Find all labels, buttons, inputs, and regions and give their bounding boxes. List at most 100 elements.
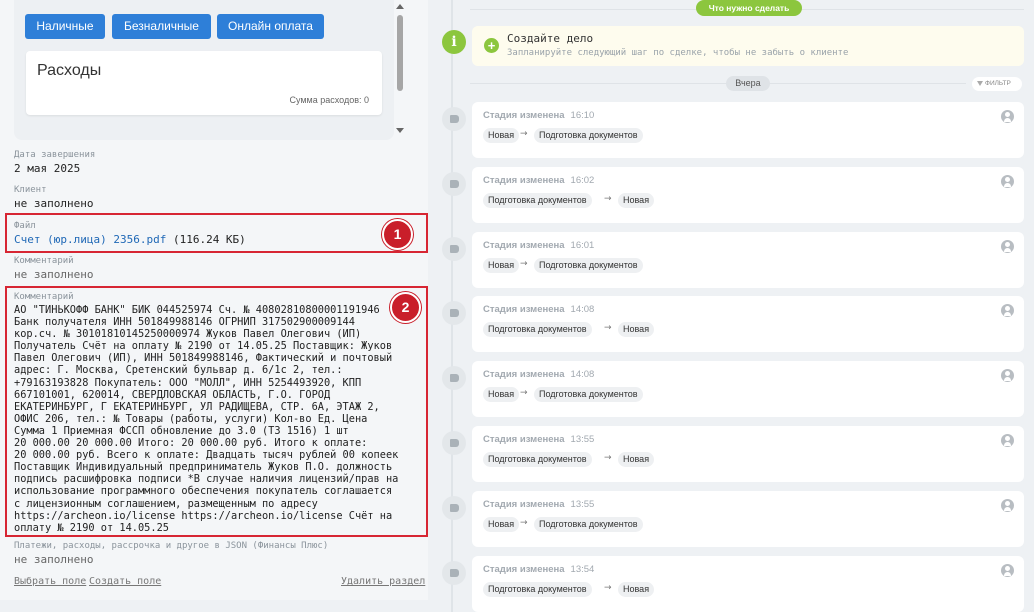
timeline-event[interactable]: Стадия изменена 13:54 Подготовка документо… bbox=[472, 556, 1024, 612]
event-title: Стадия изменена 13:54 bbox=[483, 564, 594, 575]
stage-to-chip: Подготовка документов bbox=[534, 128, 643, 143]
comment-line: кор.сч. № 30101810145250000974 Жуков Пав… bbox=[14, 328, 362, 341]
event-title-text: Стадия изменена bbox=[483, 499, 565, 510]
add-task-icon[interactable]: + bbox=[484, 38, 499, 53]
stage-to-chip: Новая bbox=[618, 452, 655, 467]
stage-change-icon bbox=[442, 301, 466, 325]
timeline-event[interactable]: Стадия изменена 14:08 Подготовка документо… bbox=[472, 296, 1024, 352]
user-avatar-icon[interactable] bbox=[1001, 240, 1014, 253]
comment-line: ЕКАТЕРИНБУРГ, Г ЕКАТЕРИНБУРГ, УЛ РАДИЩЕВ… bbox=[14, 400, 380, 413]
event-time: 14:08 bbox=[570, 304, 595, 315]
day-rule bbox=[470, 83, 966, 84]
comment-line: +79163193828 Покупатель: ООО "МОЛЛ", ИНН… bbox=[14, 376, 362, 389]
event-title: Стадия изменена 14:08 bbox=[483, 304, 594, 315]
deal-details-panel: Наличные Безналичные Онлайн оплата Расхо… bbox=[0, 0, 428, 600]
completion-date-label: Дата завершения bbox=[14, 150, 96, 160]
comment-line: 667101001, 620014, СВЕРДЛОВСКАЯ ОБЛАСТЬ,… bbox=[14, 388, 331, 401]
cash-button[interactable]: Наличные bbox=[25, 14, 105, 39]
todo-title[interactable]: Создайте дело bbox=[507, 32, 593, 45]
comment-line: Сумма 1 Приемная ФССП обновление до 3.0 … bbox=[14, 424, 349, 437]
stage-change-icon bbox=[442, 172, 466, 196]
event-title-text: Стадия изменена bbox=[483, 240, 565, 251]
stage-from-chip: Новая bbox=[483, 517, 520, 532]
event-time: 13:55 bbox=[570, 499, 595, 510]
file-link[interactable]: Счет (юр.лица) 2356.pdf bbox=[14, 233, 166, 246]
stage-to-chip: Новая bbox=[618, 193, 655, 208]
filter-button[interactable]: ФИЛЬТР bbox=[972, 77, 1022, 91]
file-size: (116.24 КБ) bbox=[172, 233, 246, 246]
comment-line: https://archeon.io/license https://arche… bbox=[14, 509, 393, 522]
user-avatar-icon[interactable] bbox=[1001, 434, 1014, 447]
user-avatar-icon[interactable] bbox=[1001, 369, 1014, 382]
timeline-event[interactable]: Стадия изменена 16:10 Новая → Подготовка док… bbox=[472, 102, 1024, 158]
timeline-event[interactable]: Стадия изменена 16:02 Подготовка документо… bbox=[472, 167, 1024, 223]
stage-change-icon bbox=[442, 561, 466, 585]
stage-from-chip: Подготовка документов bbox=[483, 582, 592, 597]
stage-from-chip: Подготовка документов bbox=[483, 193, 592, 208]
client-label: Клиент bbox=[14, 185, 47, 195]
comment-line: Поставщик Индивидуальный предприниматель… bbox=[14, 461, 393, 474]
comment-label-2: Комментарий bbox=[14, 292, 74, 302]
scrollbar[interactable] bbox=[396, 0, 406, 140]
stage-change-icon bbox=[442, 496, 466, 520]
stage-change-icon bbox=[442, 431, 466, 455]
scroll-thumb[interactable] bbox=[397, 15, 403, 91]
payment-section: Наличные Безналичные Онлайн оплата Расхо… bbox=[14, 0, 394, 140]
stage-to-chip: Новая bbox=[618, 322, 655, 337]
comment-line: подпись расшифровка подписи *В случае на… bbox=[14, 473, 399, 486]
user-avatar-icon[interactable] bbox=[1001, 110, 1014, 123]
event-title-text: Стадия изменена bbox=[483, 369, 565, 380]
completion-date-value: 2 мая 2025 bbox=[14, 162, 81, 175]
stage-from-chip: Новая bbox=[483, 387, 520, 402]
comment-line: Получатель Счёт на оплату № 2190 от 14.0… bbox=[14, 340, 393, 353]
file-label: Файл bbox=[14, 221, 36, 231]
todo-card[interactable]: + Создайте дело Запланируйте следующий ш… bbox=[472, 26, 1024, 66]
user-avatar-icon[interactable] bbox=[1001, 499, 1014, 512]
comment-line: Павел Олегович (ИП), ИНН 501849988146, Ф… bbox=[14, 352, 393, 365]
stage-from-chip: Подготовка документов bbox=[483, 322, 592, 337]
stage-to-chip: Подготовка документов bbox=[534, 387, 643, 402]
arrow-right-icon: → bbox=[604, 583, 612, 593]
comment-text-2: АО "ТИНЬКОФФ БАНК" БИК 044525974 Сч. № 4… bbox=[14, 304, 410, 534]
file-field: Счет (юр.лица) 2356.pdf (116.24 КБ) bbox=[14, 233, 246, 246]
expenses-title: Расходы bbox=[37, 62, 102, 79]
event-title: Стадия изменена 13:55 bbox=[483, 499, 594, 510]
user-avatar-icon[interactable] bbox=[1001, 175, 1014, 188]
arrow-right-icon: → bbox=[520, 388, 528, 398]
client-value: не заполнено bbox=[14, 197, 94, 210]
user-avatar-icon[interactable] bbox=[1001, 304, 1014, 317]
create-field-link[interactable]: Создать поле bbox=[89, 576, 161, 587]
event-title-text: Стадия изменена bbox=[483, 564, 565, 575]
comment-line: оплату № 2190 от 14.05.25 bbox=[14, 521, 169, 534]
payments-json-label: Платежи, расходы, рассрочка и другое в J… bbox=[14, 541, 329, 551]
online-payment-button[interactable]: Онлайн оплата bbox=[217, 14, 324, 39]
event-title-text: Стадия изменена bbox=[483, 304, 565, 315]
stage-from-chip: Подготовка документов bbox=[483, 452, 592, 467]
comment-line: 20 000.00 20 000.00 Итого: 20 000.00 руб… bbox=[14, 437, 368, 450]
arrow-right-icon: → bbox=[604, 323, 612, 333]
info-icon: i bbox=[442, 30, 466, 54]
timeline-event[interactable]: Стадия изменена 13:55 Подготовка документо… bbox=[472, 426, 1024, 482]
timeline-event[interactable]: Стадия изменена 14:08 Новая → Подготовка док… bbox=[472, 361, 1024, 417]
scroll-down-icon[interactable] bbox=[396, 128, 404, 133]
event-title: Стадия изменена 16:01 bbox=[483, 240, 594, 251]
comment-line: ОФИС 206, тел.: № Товары (работы, услуги… bbox=[14, 412, 368, 425]
timeline-event[interactable]: Стадия изменена 16:01 Новая → Подготовка док… bbox=[472, 232, 1024, 288]
day-label: Вчера bbox=[726, 76, 770, 91]
scroll-up-icon[interactable] bbox=[396, 4, 404, 9]
choose-field-link[interactable]: Выбрать поле bbox=[14, 576, 86, 587]
user-avatar-icon[interactable] bbox=[1001, 564, 1014, 577]
comment-line: Банк получателя ИНН 501849988146 ОГРНИП … bbox=[14, 316, 355, 329]
expenses-card: Расходы Сумма расходов: 0 bbox=[26, 51, 382, 115]
event-time: 13:55 bbox=[570, 434, 595, 445]
payments-json-value: не заполнено bbox=[14, 553, 94, 566]
cashless-button[interactable]: Безналичные bbox=[112, 14, 211, 39]
event-title-text: Стадия изменена bbox=[483, 434, 565, 445]
event-title: Стадия изменена 16:10 bbox=[483, 110, 594, 121]
stage-change-icon bbox=[442, 237, 466, 261]
arrow-right-icon: → bbox=[520, 129, 528, 139]
timeline-event[interactable]: Стадия изменена 13:55 Новая → Подготовка док… bbox=[472, 491, 1024, 547]
stage-to-chip: Подготовка документов bbox=[534, 258, 643, 273]
stage-change-icon bbox=[442, 107, 466, 131]
delete-section-link[interactable]: Удалить раздел bbox=[341, 576, 425, 587]
